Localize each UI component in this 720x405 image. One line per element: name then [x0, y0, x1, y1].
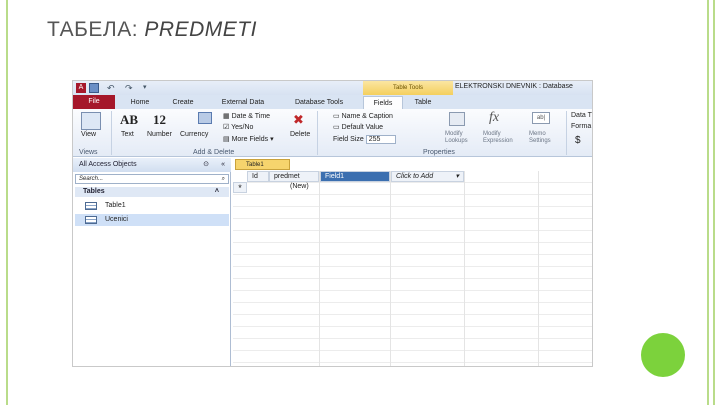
new-row-placeholder[interactable]: (New): [290, 183, 309, 190]
tab-fields[interactable]: Fields: [363, 96, 403, 109]
window-title: ELEKTRONSKI DNEVNIK : Database: [455, 83, 573, 90]
name-caption-button[interactable]: ▭ Name & Caption: [333, 112, 393, 120]
ribbon-separator: [566, 111, 567, 155]
slide-border-left: [6, 0, 8, 405]
table-icon: [85, 202, 97, 210]
table-icon: [85, 216, 97, 224]
slide-border-right: [707, 0, 709, 405]
slide-title-italic: PREDMETI: [144, 18, 257, 41]
text-field-icon: AB: [120, 112, 139, 127]
field-size-label: Field Size 255: [333, 135, 396, 144]
save-icon[interactable]: [89, 83, 99, 93]
ribbon-tabs: File Home Create External Data Database …: [73, 95, 592, 109]
group-properties: Properties: [423, 149, 455, 156]
dropdown-arrow-icon[interactable]: ▾: [455, 172, 459, 182]
datasheet-grid: Id predmet Field1 Click to Add ▾ * (New): [233, 171, 592, 366]
nav-search-input[interactable]: Search... ⌕: [75, 174, 229, 184]
currency-format-button[interactable]: $: [575, 135, 581, 146]
format-label: Forma: [571, 123, 592, 130]
search-icon[interactable]: ⌕: [222, 175, 225, 184]
tab-file[interactable]: File: [73, 95, 115, 109]
memo-settings-button[interactable]: Memo Settings: [529, 131, 559, 145]
chevron-up-icon[interactable]: ˄: [215, 187, 219, 197]
tab-database-tools[interactable]: Database Tools: [283, 96, 355, 109]
ribbon-separator: [317, 111, 318, 155]
tab-home[interactable]: Home: [121, 96, 159, 109]
number-field-icon: 12: [153, 112, 166, 127]
delete-icon: ✖: [293, 112, 304, 127]
date-time-button[interactable]: ▦ Date & Time: [223, 112, 270, 120]
view-icon: [81, 112, 101, 130]
column-header-id[interactable]: Id: [247, 171, 269, 182]
access-screenshot: A ↶ ↷ ▾ Table Tools ELEKTRONSKI DNEVNIK …: [72, 80, 593, 367]
yes-no-button[interactable]: ☑ Yes/No: [223, 123, 253, 131]
currency-field-button[interactable]: Currency: [180, 131, 208, 138]
nav-item-ucenici[interactable]: Ucenici: [75, 214, 229, 226]
modify-lookups-button[interactable]: Modify Lookups: [445, 131, 475, 145]
slide-title: ТАБЕЛА: PREDMETI: [47, 18, 257, 42]
function-icon: fx: [489, 110, 500, 125]
view-button[interactable]: View: [81, 131, 96, 138]
field-size-input[interactable]: 255: [365, 135, 396, 144]
customize-toolbar-icon[interactable]: ▾: [143, 83, 153, 93]
quick-access-toolbar: A ↶ ↷ ▾ Table Tools ELEKTRONSKI DNEVNIK …: [73, 81, 592, 95]
default-value-button[interactable]: ▭ Default Value: [333, 123, 383, 131]
text-field-button[interactable]: Text: [121, 131, 134, 138]
access-logo-icon: A: [76, 83, 86, 93]
nav-item-table1[interactable]: Table1: [75, 200, 229, 212]
name-caption-icon: ▭: [333, 113, 342, 120]
ribbon-separator: [111, 111, 112, 155]
column-header-field1[interactable]: Field1: [320, 171, 390, 182]
tab-create[interactable]: Create: [163, 96, 203, 109]
table-tools-context-label: Table Tools: [363, 81, 453, 95]
column-header-click-to-add[interactable]: Click to Add ▾: [391, 171, 464, 182]
new-record-selector[interactable]: *: [233, 182, 247, 193]
decorative-green-dot: [641, 333, 685, 377]
group-add-delete: Add & Delete: [193, 149, 235, 156]
more-fields-button[interactable]: ▤ More Fields ▾: [223, 135, 274, 143]
slide-title-prefix: ТАБЕЛА:: [47, 18, 139, 41]
delete-button[interactable]: Delete: [290, 131, 310, 138]
more-fields-icon: ▤: [223, 136, 232, 143]
checkbox-icon: ☑: [223, 124, 232, 131]
number-field-button[interactable]: Number: [147, 131, 172, 138]
default-value-icon: ▭: [333, 124, 342, 131]
nav-menu-icon[interactable]: ⊙: [203, 158, 209, 172]
tab-external-data[interactable]: External Data: [208, 96, 278, 109]
currency-icon: [198, 112, 212, 124]
nav-collapse-icon[interactable]: «: [221, 158, 225, 172]
data-type-label: Data T: [571, 112, 592, 119]
redo-icon[interactable]: ↷: [125, 83, 135, 93]
memo-icon: ab|: [532, 112, 550, 124]
document-tab-table1[interactable]: Table1: [235, 159, 290, 170]
ribbon: View Views AB Text 12 Number Currency ▦ …: [73, 109, 592, 157]
column-header-predmet[interactable]: predmet: [269, 171, 319, 182]
modify-lookups-icon: [449, 112, 465, 126]
calendar-icon: ▦: [223, 113, 232, 120]
navigation-pane: All Access Objects ⊙ « Search... ⌕ Table…: [73, 158, 231, 366]
slide-border-right-outer: [713, 0, 715, 405]
nav-section-tables[interactable]: Tables ˄: [75, 187, 229, 197]
tab-table[interactable]: Table: [405, 96, 441, 109]
undo-icon[interactable]: ↶: [107, 83, 117, 93]
modify-expression-button[interactable]: Modify Expression: [483, 131, 517, 145]
nav-pane-header[interactable]: All Access Objects ⊙ «: [73, 158, 231, 172]
group-views: Views: [79, 149, 98, 156]
